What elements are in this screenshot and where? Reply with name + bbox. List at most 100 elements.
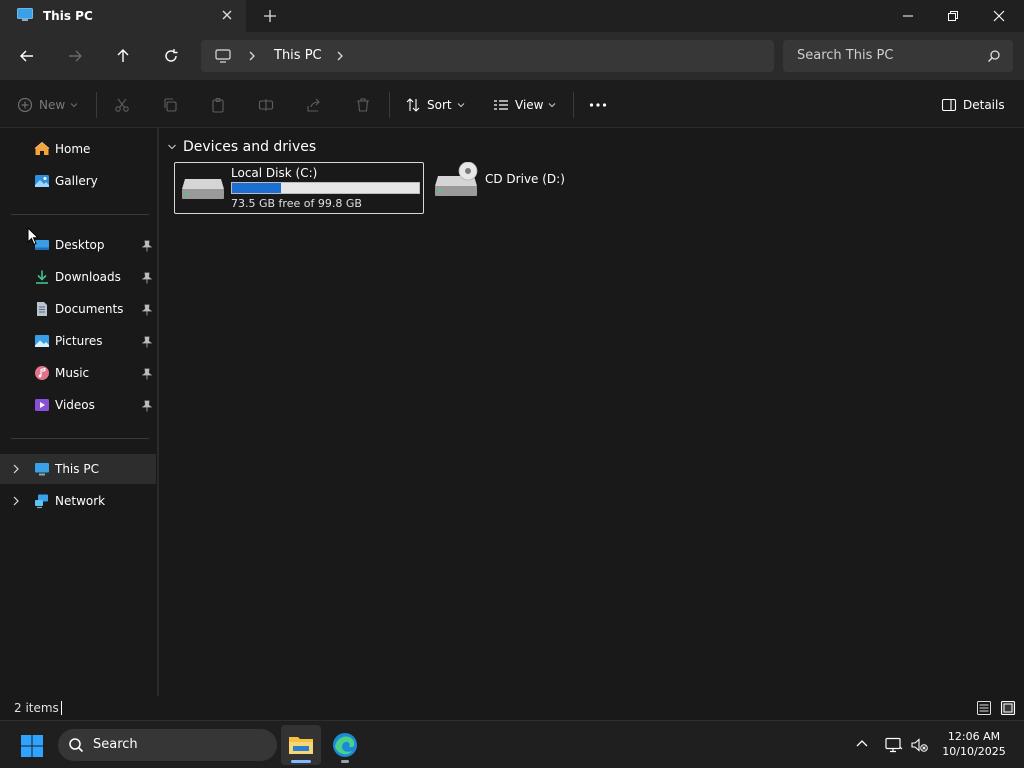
windows-start-icon[interactable] [20, 734, 44, 758]
sidebar-item-downloads[interactable]: Downloads [0, 262, 156, 292]
minimize-button[interactable] [885, 0, 931, 32]
sidebar-item-music[interactable]: Music [0, 358, 156, 388]
tiles-view-icon[interactable] [1000, 700, 1016, 716]
new-label: New [39, 98, 66, 112]
sidebar-item-pictures[interactable]: Pictures [0, 326, 156, 356]
sidebar-item-desktop[interactable]: Desktop [0, 230, 156, 260]
plus-circle-icon [17, 97, 33, 113]
sort-button[interactable]: Sort [405, 94, 465, 116]
pin-icon[interactable] [142, 400, 152, 412]
address-row: This PC Search This PC [0, 32, 1024, 80]
new-button[interactable]: New [17, 94, 78, 116]
sidebar-item-label: Network [55, 494, 106, 508]
drive-usage-bar [231, 182, 420, 194]
search-input[interactable]: Search This PC [783, 40, 1013, 72]
drive-free-space: 73.5 GB free of 99.8 GB [231, 197, 362, 210]
sort-label: Sort [427, 98, 452, 112]
chevron-right-icon[interactable] [246, 49, 258, 63]
close-window-button[interactable] [976, 0, 1022, 32]
view-label: View [515, 98, 544, 112]
search-placeholder: Search This PC [797, 48, 894, 63]
this-pc-icon [17, 8, 33, 21]
chevron-right-icon[interactable] [10, 463, 22, 475]
gallery-icon [35, 175, 49, 187]
new-tab-icon[interactable] [261, 7, 279, 25]
delete-button[interactable] [355, 94, 371, 116]
search-icon [69, 738, 84, 753]
system-clock[interactable]: 12:06 AM 10/10/2025 [940, 729, 1008, 759]
network-icon [35, 494, 48, 509]
copy-button[interactable] [162, 94, 178, 116]
network-status-icon[interactable] [885, 737, 903, 753]
taskbar: Search 12:06 AM 10/10/2025 [0, 720, 1024, 768]
up-button[interactable] [111, 44, 135, 68]
sidebar-item-network[interactable]: Network [0, 486, 156, 516]
sidebar-item-label: Music [55, 366, 90, 380]
share-button[interactable] [306, 94, 322, 116]
address-bar[interactable]: This PC [201, 40, 774, 72]
computer-icon [215, 49, 231, 63]
sidebar-item-videos[interactable]: Videos [0, 390, 156, 420]
restore-icon [948, 11, 958, 21]
chevron-right-icon[interactable] [10, 495, 22, 507]
sidebar-item-label: Downloads [55, 270, 121, 284]
drive-tile-c[interactable]: Local Disk (C:) 73.5 GB free of 99.8 GB [174, 162, 424, 214]
edge-browser-icon [333, 733, 357, 757]
chevron-up-icon[interactable] [855, 737, 869, 751]
mouse-cursor-icon [27, 227, 39, 246]
chevron-down-icon [549, 103, 556, 108]
taskbar-search-box[interactable]: Search [58, 729, 277, 761]
pin-icon[interactable] [142, 368, 152, 380]
sidebar-item-label: Gallery [55, 174, 98, 188]
taskbar-edge[interactable] [325, 725, 365, 765]
sidebar-item-documents[interactable]: Documents [0, 294, 156, 324]
more-icon [589, 103, 607, 107]
minimize-icon [903, 15, 913, 17]
details-button[interactable]: Details [941, 94, 1005, 116]
pictures-icon [35, 335, 49, 347]
close-icon [993, 10, 1005, 22]
details-label: Details [963, 98, 1005, 112]
back-button[interactable] [15, 44, 39, 68]
drive-name: CD Drive (D:) [485, 172, 565, 186]
taskbar-file-explorer[interactable] [281, 725, 321, 765]
command-bar: New Sort View Details [0, 80, 1024, 128]
close-tab-icon[interactable] [218, 6, 236, 24]
pin-icon[interactable] [142, 240, 152, 252]
scissors-icon [115, 98, 129, 112]
arrow-right-icon [69, 50, 82, 62]
copy-icon [164, 98, 177, 112]
details-view-icon[interactable] [976, 700, 992, 716]
view-button[interactable]: View [493, 94, 556, 116]
cut-button[interactable] [114, 94, 130, 116]
divider [389, 92, 390, 118]
chevron-down-icon [168, 144, 176, 150]
active-app-indicator [291, 760, 311, 763]
tab-this-pc[interactable]: This PC [0, 0, 246, 32]
forward-button[interactable] [63, 44, 87, 68]
pin-icon[interactable] [142, 304, 152, 316]
more-options-button[interactable] [589, 94, 607, 116]
restore-button[interactable] [930, 0, 976, 32]
sidebar-item-this-pc[interactable]: This PC [0, 454, 156, 484]
paste-button[interactable] [210, 94, 226, 116]
drive-tile-d[interactable]: CD Drive (D:) [434, 162, 614, 214]
sidebar-item-gallery[interactable]: Gallery [0, 166, 156, 196]
pin-icon[interactable] [142, 336, 152, 348]
document-icon [37, 302, 47, 316]
video-icon [35, 399, 49, 411]
this-pc-icon [35, 463, 49, 476]
sidebar-item-home[interactable]: Home [0, 134, 156, 164]
title-bar: This PC [0, 0, 1024, 32]
pin-icon[interactable] [142, 272, 152, 284]
arrow-up-icon [117, 49, 129, 62]
arrow-left-icon [20, 50, 33, 62]
speaker-muted-icon[interactable] [911, 737, 929, 753]
rename-button[interactable] [258, 94, 274, 116]
sidebar-item-label: Home [55, 142, 91, 156]
refresh-button[interactable] [159, 44, 183, 68]
chevron-right-icon[interactable] [334, 49, 346, 63]
breadcrumb-this-pc[interactable]: This PC [274, 48, 322, 63]
running-app-indicator [341, 760, 349, 763]
group-header[interactable]: Devices and drives [167, 138, 316, 156]
